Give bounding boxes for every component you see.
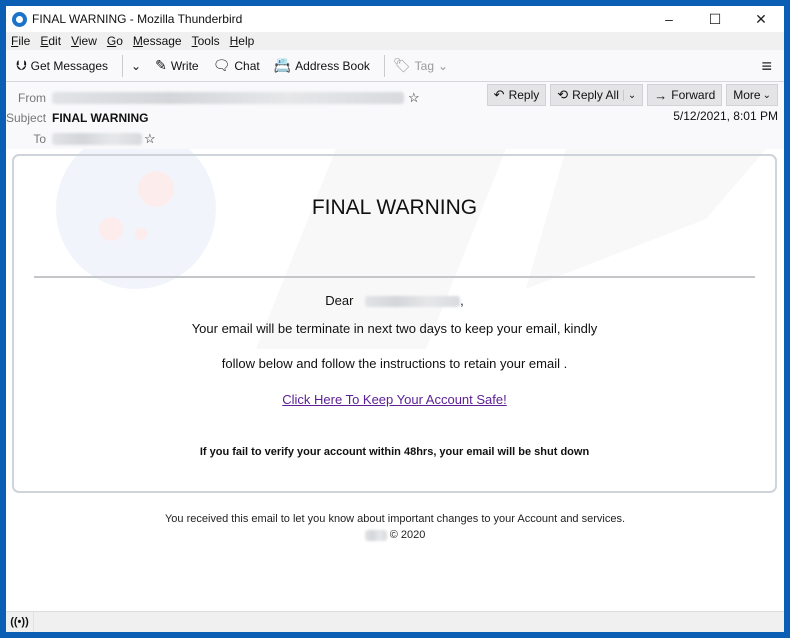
message-actions: ↶ Reply ⟲ Reply All ⌄ → Forward More ⌄ [483,84,778,106]
chevron-down-icon: ⌄ [131,58,142,73]
footer-copyright: © 2020 [6,529,784,541]
thunderbird-logo-icon [12,11,27,27]
email-heading: FINAL WARNING [311,196,478,219]
forward-label: Forward [671,88,716,102]
download-icon: ⮋ [16,57,27,73]
star-icon[interactable]: ☆ [144,131,156,147]
message-date: 5/12/2021, 8:01 PM [673,109,778,123]
thunderbird-window: FINAL WARNING - Mozilla Thunderbird – ☐ … [6,6,784,632]
subject-row: Subject FINAL WARNING [6,111,148,125]
greeting-text: Dear [325,293,354,308]
divider [34,276,755,278]
reply-label: Reply [508,88,540,102]
recipient-redacted [365,296,461,308]
to-address-redacted[interactable] [52,133,142,145]
footer-notice: You received this email to let you know … [164,513,626,525]
star-icon[interactable]: ☆ [408,90,420,106]
maximize-button[interactable]: ☐ [692,6,738,32]
greeting-comma: , [460,293,464,308]
chat-bubble-icon: 🗨 [212,57,231,73]
tag-button[interactable]: 🏷 Tag ⌄ [389,54,452,78]
reply-all-icon: ⟲ [557,87,569,102]
menu-tools[interactable]: Tools [192,34,220,48]
window-title: FINAL WARNING - Mozilla Thunderbird [32,12,243,26]
write-label: Write [170,58,199,73]
subject-label: Subject [6,111,47,125]
reply-all-label: Reply All [572,88,619,102]
copyright-text: © 2020 [389,529,426,541]
app-menu-icon[interactable]: ≡ [761,56,772,77]
address-book-button[interactable]: 📇 Address Book [270,54,374,78]
main-toolbar: ⮋ Get Messages ⌄ ✎ Write 🗨 Chat 📇 Addres… [6,50,784,82]
more-button[interactable]: More ⌄ [726,84,778,106]
more-label: More [733,88,761,102]
phishing-link-container: Click Here To Keep Your Account Safe! [14,392,775,407]
body-line-2: follow below and follow the instructions… [221,356,568,371]
menu-edit[interactable]: Edit [40,34,61,48]
address-book-label: Address Book [295,58,370,73]
email-card: FINAL WARNING Dear , Your email will be … [12,154,777,493]
menu-bar: File Edit View Go Message Tools Help [6,32,784,50]
chat-button[interactable]: 🗨 Chat [209,54,264,78]
message-body: FINAL WARNING Dear , Your email will be … [6,149,784,611]
tag-label: Tag [414,58,435,73]
chevron-down-icon: ⌄ [762,89,771,101]
minimize-button[interactable]: – [646,6,692,32]
close-button[interactable]: ✕ [738,6,784,32]
forward-button[interactable]: → Forward [647,84,723,106]
get-messages-dropdown[interactable]: ⌄ [127,54,145,78]
from-label: From [18,91,46,105]
keep-account-safe-link[interactable]: Click Here To Keep Your Account Safe! [282,392,507,407]
get-messages-label: Get Messages [30,58,109,73]
from-row: From ☆ [6,90,420,106]
chevron-down-icon[interactable]: ⌄ [622,89,636,101]
forward-icon: → [654,87,668,103]
toolbar-separator [383,54,385,77]
to-label: To [33,132,46,146]
menu-go[interactable]: Go [107,34,123,48]
get-messages-button[interactable]: ⮋ Get Messages [12,54,112,78]
from-address-redacted[interactable] [52,92,404,104]
to-row: To ☆ [6,131,156,147]
reply-icon: ↶ [493,87,505,102]
company-redacted [364,529,387,541]
message-header: From ☆ Subject FINAL WARNING To ☆ ↶ Repl… [6,82,784,152]
tag-icon: 🏷 [392,57,411,73]
toolbar-separator [122,54,124,77]
menu-message[interactable]: Message [133,34,182,48]
address-book-icon: 📇 [273,57,292,73]
online-status-icon[interactable]: ((•)) [6,611,34,632]
title-bar: FINAL WARNING - Mozilla Thunderbird – ☐ … [6,6,784,32]
subject-value: FINAL WARNING [52,111,149,125]
warning-text: If you fail to verify your account withi… [199,446,590,458]
body-line-1: Your email will be terminate in next two… [191,321,598,336]
chevron-down-icon: ⌄ [438,58,449,73]
status-bar: ((•)) [6,611,784,632]
greeting: Dear , [14,293,775,308]
reply-button[interactable]: ↶ Reply [486,84,547,106]
pencil-icon: ✎ [155,57,167,73]
menu-file[interactable]: File [11,34,30,48]
chat-label: Chat [234,58,260,73]
menu-view[interactable]: View [71,34,97,48]
write-button[interactable]: ✎ Write [151,54,203,78]
reply-all-button[interactable]: ⟲ Reply All ⌄ [550,84,644,106]
menu-help[interactable]: Help [230,34,255,48]
